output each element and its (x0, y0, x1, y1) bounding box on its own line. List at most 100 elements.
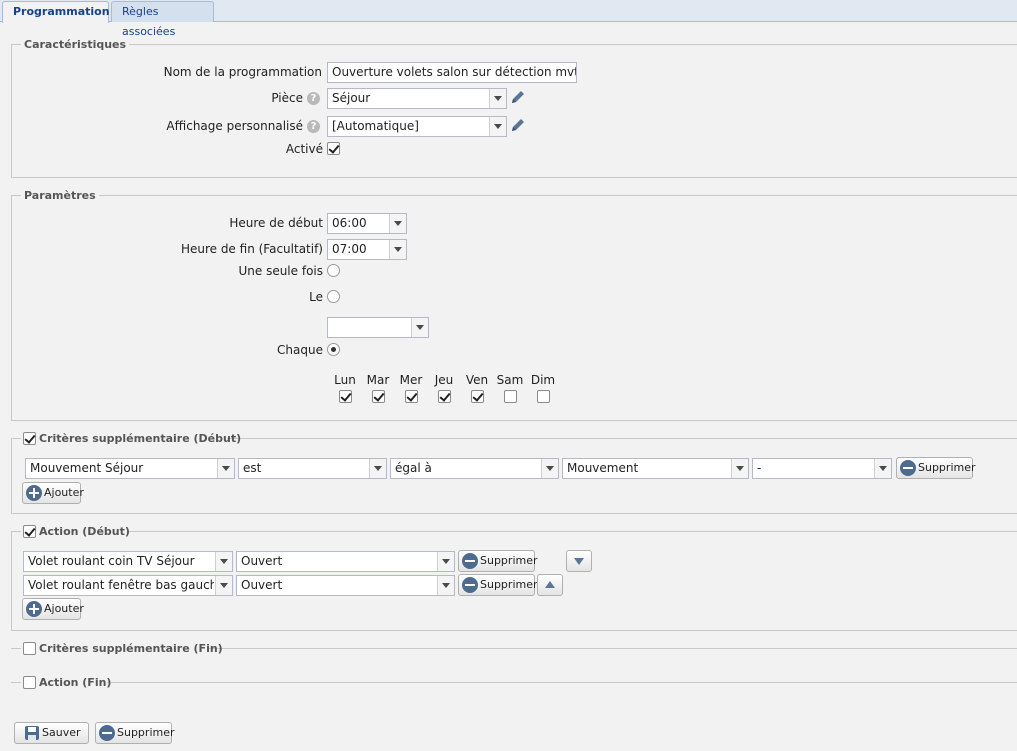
piece-select[interactable]: Séjour (327, 88, 507, 109)
day-label-ven: Ven (465, 373, 489, 387)
minus-icon (900, 460, 916, 476)
day-checkbox-sam[interactable] (504, 390, 517, 403)
day-checkbox-dim[interactable] (537, 390, 550, 403)
save-button[interactable]: Sauver (14, 722, 89, 744)
action-debut-checkbox[interactable] (23, 525, 36, 538)
action-delete-button-1[interactable]: Supprimer (458, 550, 538, 572)
day-label-dim: Dim (530, 373, 556, 387)
day-checkbox-lun[interactable] (339, 390, 352, 403)
nom-input[interactable]: Ouverture volets salon sur détection mvt (327, 62, 577, 83)
move-down-button[interactable] (566, 550, 592, 572)
chevron-down-icon[interactable] (411, 318, 428, 337)
tab-label: Règles associées (122, 5, 176, 38)
legend-criteres-debut: Critères supplémentaire (Début) (21, 432, 241, 446)
action-state-select-1[interactable]: Ouvert (236, 551, 455, 572)
criteres-debut-checkbox[interactable] (23, 432, 36, 445)
chevron-down-icon[interactable] (541, 459, 558, 478)
day-label-sam: Sam (496, 373, 524, 387)
chevron-down-icon[interactable] (731, 459, 748, 478)
critere-delete-label: Supprimer (918, 461, 976, 474)
delete-label: Supprimer (117, 726, 175, 739)
tab-programmation[interactable]: Programmation (2, 1, 110, 23)
legend-caracteristiques: Caractéristiques (21, 38, 130, 52)
chevron-down-icon[interactable] (369, 459, 386, 478)
chevron-down-icon[interactable] (389, 214, 406, 233)
pencil-icon[interactable] (510, 89, 526, 105)
active-checkbox[interactable] (327, 142, 340, 155)
heure-debut-value: 06:00 (332, 216, 367, 230)
chevron-down-icon[interactable] (437, 552, 454, 571)
tab-label: Programmation (13, 5, 110, 18)
criteres-fin-checkbox[interactable] (23, 642, 36, 655)
une-seule-fois-radio[interactable] (327, 264, 340, 277)
legend-criteres-fin: Critères supplémentaire (Fin) (21, 642, 223, 656)
tab-regles-associees[interactable]: Règles associées (111, 1, 214, 38)
day-checkbox-ven[interactable] (471, 390, 484, 403)
affichage-select[interactable]: [Automatique] (327, 116, 507, 137)
help-icon[interactable]: ? (307, 120, 320, 133)
chevron-down-icon[interactable] (217, 459, 234, 478)
chevron-down-icon[interactable] (489, 89, 506, 108)
action-device-select-2[interactable]: Volet roulant fenêtre bas gauche S (23, 575, 233, 596)
affichage-label: Affichage personnalisé (166, 119, 303, 133)
plus-icon (26, 601, 42, 617)
action-device-select-1[interactable]: Volet roulant coin TV Séjour (23, 551, 233, 572)
divider (11, 682, 1017, 683)
chevron-down-icon[interactable] (389, 240, 406, 259)
critere-extra-select[interactable]: - (752, 458, 892, 479)
heure-fin-label: Heure de fin (Facultatif) (180, 242, 323, 256)
day-checkbox-jeu[interactable] (438, 390, 451, 403)
minus-icon (462, 577, 478, 593)
une-seule-fois-label: Une seule fois (238, 264, 323, 278)
nom-label: Nom de la programmation (163, 65, 322, 79)
help-icon[interactable]: ? (307, 92, 320, 105)
legend-action-debut: Action (Début) (21, 525, 130, 539)
critere-operator-value: égal à (395, 461, 432, 475)
action-add-label: Ajouter (44, 602, 84, 615)
le-date-select[interactable] (327, 317, 429, 338)
day-label-mer: Mer (399, 373, 423, 387)
critere-delete-button[interactable]: Supprimer (896, 457, 976, 479)
chaque-label: Chaque (277, 343, 323, 357)
active-label: Activé (285, 142, 323, 156)
chevron-down-icon[interactable] (437, 576, 454, 595)
chevron-down-icon[interactable] (489, 117, 506, 136)
legend-criteres-debut-text: Critères supplémentaire (Début) (39, 432, 242, 445)
action-delete-button-2[interactable]: Supprimer (458, 574, 538, 596)
critere-add-button[interactable]: Ajouter (22, 482, 84, 504)
action-add-button[interactable]: Ajouter (22, 598, 84, 620)
day-label-jeu: Jeu (434, 373, 454, 387)
save-label: Sauver (42, 726, 81, 739)
critere-operator-select[interactable]: égal à (390, 458, 559, 479)
critere-value-select[interactable]: Mouvement (562, 458, 749, 479)
chevron-down-icon[interactable] (874, 459, 891, 478)
critere-value-value: Mouvement (567, 461, 639, 475)
day-checkbox-mer[interactable] (405, 390, 418, 403)
heure-fin-select[interactable]: 07:00 (327, 239, 407, 260)
chevron-down-icon[interactable] (215, 576, 232, 595)
action-state-value: Ouvert (241, 554, 283, 568)
action-device-value: Volet roulant fenêtre bas gauche S (28, 578, 214, 592)
pencil-icon[interactable] (510, 117, 526, 133)
minus-icon (99, 725, 115, 741)
critere-device-select[interactable]: Mouvement Séjour (25, 458, 235, 479)
action-delete-label: Supprimer (480, 578, 538, 591)
action-delete-label: Supprimer (480, 554, 538, 567)
minus-icon (462, 553, 478, 569)
delete-button[interactable]: Supprimer (95, 722, 175, 744)
action-state-select-2[interactable]: Ouvert (236, 575, 455, 596)
action-fin-checkbox[interactable] (23, 676, 36, 689)
chevron-down-icon[interactable] (215, 552, 232, 571)
day-checkbox-mar[interactable] (372, 390, 385, 403)
heure-debut-select[interactable]: 06:00 (327, 213, 407, 234)
critere-verb-select[interactable]: est (238, 458, 387, 479)
piece-label: Pièce (271, 91, 303, 105)
arrow-down-icon (574, 558, 584, 565)
legend-action-fin: Action (Fin) (21, 676, 111, 690)
le-radio[interactable] (327, 290, 340, 303)
save-icon (25, 726, 39, 740)
chaque-radio[interactable] (327, 343, 340, 356)
critere-device-value: Mouvement Séjour (30, 461, 144, 475)
move-up-button[interactable] (537, 574, 563, 596)
critere-verb-value: est (243, 461, 262, 475)
